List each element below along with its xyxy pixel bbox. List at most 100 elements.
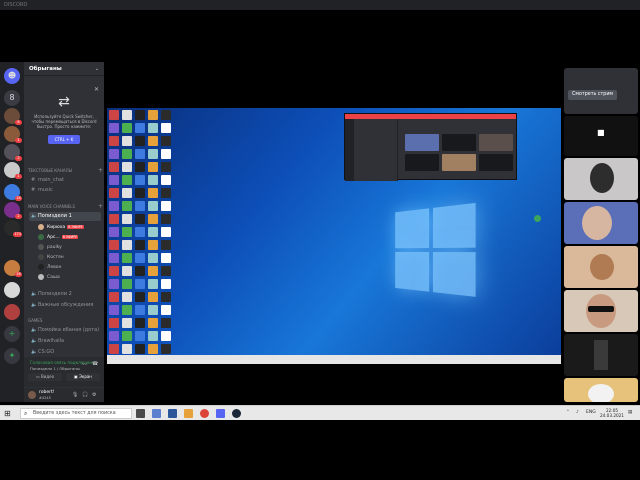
desktop-shortcut-icon[interactable] — [109, 227, 119, 237]
desktop-shortcut-icon[interactable] — [122, 266, 132, 276]
steam-icon[interactable] — [232, 409, 241, 418]
desktop-shortcut-icon[interactable] — [122, 123, 132, 133]
desktop-shortcut-icon[interactable] — [135, 344, 145, 354]
desktop-shortcut-icon[interactable] — [109, 123, 119, 133]
voice-user[interactable]: Кирюха В ЭФИРЕ — [38, 223, 84, 232]
participant-tile[interactable] — [564, 334, 638, 376]
desktop-shortcut-icon[interactable] — [122, 162, 132, 172]
desktop-shortcut-icon[interactable] — [109, 292, 119, 302]
desktop-shortcut-icon[interactable] — [161, 227, 171, 237]
desktop-shortcut-icon[interactable] — [148, 305, 158, 315]
desktop-shortcut-icon[interactable] — [122, 292, 132, 302]
desktop-shortcut-icon[interactable] — [161, 266, 171, 276]
language-indicator[interactable]: ENG — [586, 410, 596, 415]
game-channel-3[interactable]: 🔈CS:GO — [29, 348, 101, 357]
channel-main-chat[interactable]: # main_chat — [29, 176, 101, 185]
desktop-shortcut-icon[interactable] — [148, 149, 158, 159]
participant-tile[interactable] — [564, 246, 638, 288]
participant-tile[interactable] — [564, 290, 638, 332]
desktop-shortcut-icon[interactable] — [148, 331, 158, 341]
game-channel-1[interactable]: 🔈Помойка ебаная (дота) — [29, 326, 101, 335]
desktop-shortcut-icon[interactable] — [161, 292, 171, 302]
desktop-shortcut-icon[interactable] — [122, 253, 132, 263]
desktop-shortcut-icon[interactable] — [135, 123, 145, 133]
desktop-shortcut-icon[interactable] — [122, 305, 132, 315]
participant-tile[interactable] — [564, 378, 638, 402]
task-view-icon[interactable] — [136, 409, 145, 418]
tray-overflow-icon[interactable]: ⌃ — [566, 410, 570, 415]
desktop-shortcut-icon[interactable] — [109, 240, 119, 250]
desktop-shortcut-icon[interactable] — [135, 331, 145, 341]
desktop-shortcut-icon[interactable] — [109, 136, 119, 146]
desktop-shortcut-icon[interactable] — [122, 318, 132, 328]
desktop-shortcut-icon[interactable] — [109, 188, 119, 198]
explorer-icon[interactable] — [152, 409, 161, 418]
headphones-icon[interactable]: 🎧 — [82, 392, 88, 398]
chrome-icon[interactable] — [200, 409, 209, 418]
desktop-shortcut-icon[interactable] — [122, 279, 132, 289]
noise-icon[interactable]: 〰 — [82, 361, 87, 368]
quick-switcher-button[interactable]: CTRL + K — [48, 135, 80, 144]
server-header[interactable]: Обрыганы ⌄ — [24, 62, 104, 76]
desktop-shortcut-icon[interactable] — [122, 201, 132, 211]
category-voice-channels[interactable]: Main voice channels + — [28, 203, 103, 210]
desktop-shortcut-icon[interactable] — [122, 344, 132, 354]
home-button[interactable]: ☻ — [4, 68, 20, 84]
desktop-shortcut-icon[interactable] — [148, 110, 158, 120]
game-channel-2[interactable]: 🔈Brawlhalla — [29, 337, 101, 346]
desktop-shortcut-icon[interactable] — [135, 253, 145, 263]
desktop-shortcut-icon[interactable] — [148, 266, 158, 276]
desktop-shortcut-icon[interactable] — [109, 318, 119, 328]
desktop-shortcut-icon[interactable] — [109, 253, 119, 263]
desktop-shortcut-icon[interactable] — [161, 279, 171, 289]
channel-music[interactable]: # music — [29, 186, 101, 195]
desktop-shortcut-icon[interactable] — [135, 175, 145, 185]
desktop-shortcut-icon[interactable] — [135, 292, 145, 302]
desktop-shortcut-icon[interactable] — [122, 214, 132, 224]
app-icon[interactable] — [168, 409, 177, 418]
desktop-shortcut-icon[interactable] — [148, 136, 158, 146]
category-games[interactable]: Games — [28, 318, 42, 323]
desktop-shortcut-icon[interactable] — [148, 123, 158, 133]
desktop-shortcut-icon[interactable] — [161, 110, 171, 120]
desktop-shortcut-icon[interactable] — [135, 188, 145, 198]
desktop-shortcut-icon[interactable] — [109, 175, 119, 185]
desktop-shortcut-icon[interactable] — [135, 279, 145, 289]
desktop-shortcut-icon[interactable] — [161, 149, 171, 159]
participant-tile-stream[interactable]: Смотреть стрим — [564, 68, 638, 114]
server-icon-11[interactable] — [4, 304, 20, 320]
participant-tile[interactable] — [564, 158, 638, 200]
category-text-channels[interactable]: Текстовые каналы + — [28, 167, 103, 174]
desktop-shortcut-icon[interactable] — [109, 162, 119, 172]
desktop-shortcut-icon[interactable] — [148, 253, 158, 263]
voice-channel-3[interactable]: 🔈Важные обсуждения — [29, 301, 101, 310]
desktop-shortcut-icon[interactable] — [122, 227, 132, 237]
microphone-icon[interactable]: 🎙 — [72, 392, 78, 398]
participant-tile[interactable] — [564, 202, 638, 244]
desktop-shortcut-icon[interactable] — [148, 227, 158, 237]
server-icon-4[interactable]: 2 — [4, 144, 22, 161]
desktop-shortcut-icon[interactable] — [109, 305, 119, 315]
disconnect-icon[interactable]: ☎ — [92, 361, 98, 367]
desktop-shortcut-icon[interactable] — [161, 214, 171, 224]
desktop-shortcut-icon[interactable] — [148, 162, 158, 172]
desktop-shortcut-icon[interactable] — [135, 214, 145, 224]
desktop-shortcut-icon[interactable] — [135, 162, 145, 172]
volume-icon[interactable]: ♪ — [576, 410, 579, 415]
voice-user[interactable]: Саша — [38, 273, 60, 282]
desktop-shortcut-icon[interactable] — [148, 201, 158, 211]
add-channel-icon[interactable]: + — [98, 203, 103, 210]
desktop-shortcut-icon[interactable] — [109, 201, 119, 211]
taskbar-clock[interactable]: 22:05 24.03.2021 — [600, 408, 624, 418]
desktop-shortcut-icon[interactable] — [109, 214, 119, 224]
server-icon-9[interactable]: 16 — [4, 260, 22, 277]
desktop-shortcut-icon[interactable] — [109, 331, 119, 341]
server-icon-7[interactable]: 2 — [4, 202, 22, 219]
desktop-shortcut-icon[interactable] — [161, 123, 171, 133]
desktop-shortcut-icon[interactable] — [161, 162, 171, 172]
server-icon-6[interactable]: 18 — [4, 184, 22, 201]
desktop-shortcut-icon[interactable] — [122, 331, 132, 341]
desktop-shortcut-icon[interactable] — [109, 266, 119, 276]
voice-user[interactable]: paulky — [38, 243, 62, 252]
desktop-shortcut-icon[interactable] — [148, 318, 158, 328]
